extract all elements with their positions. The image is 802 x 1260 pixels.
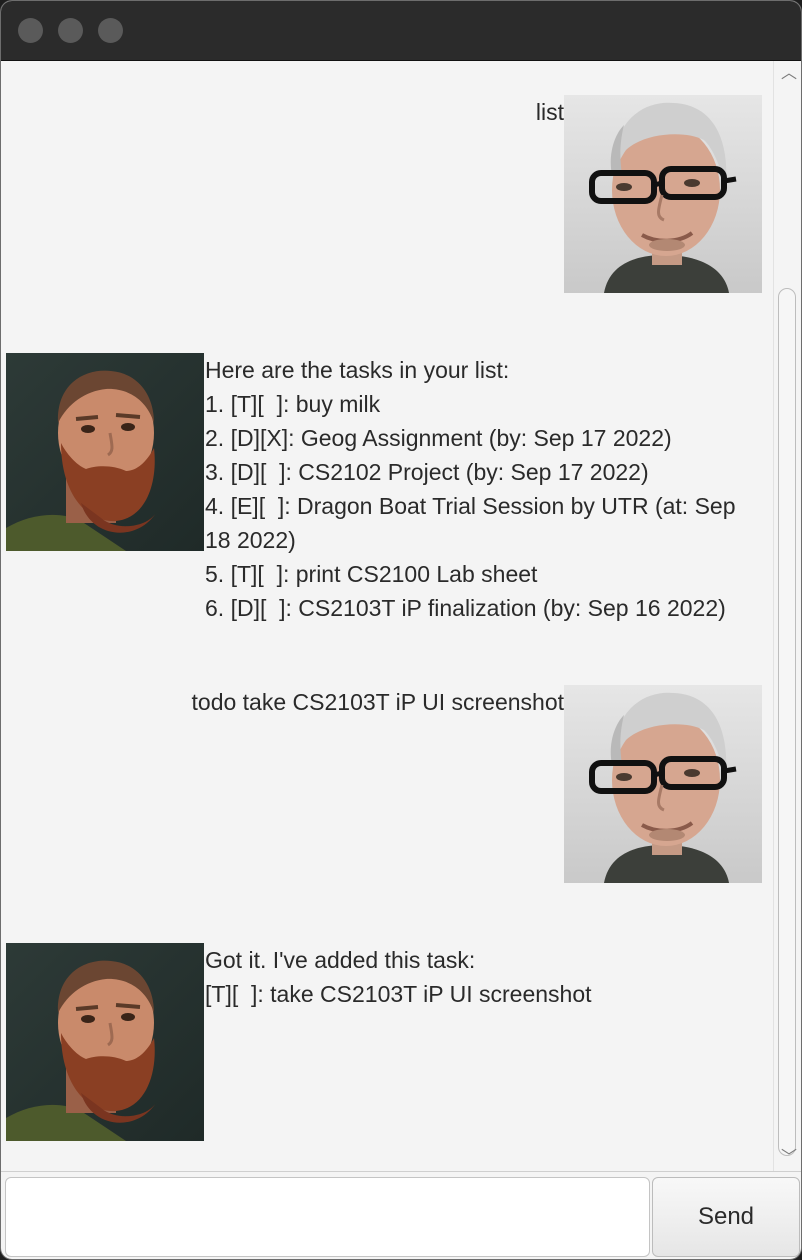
bot-avatar-icon [6, 353, 204, 551]
bot-message-line: 2. [D][X]: Geog Assignment (by: Sep 17 2… [205, 425, 672, 451]
chat-dialog-area[interactable]: list Here are the tasks in your list: 1.… [1, 61, 773, 1171]
bot-message-line: 4. [E][ ]: Dragon Boat Trial Session by … [205, 493, 736, 519]
app-window: list Here are the tasks in your list: 1.… [0, 0, 802, 1260]
user-message-text: list [535, 99, 564, 125]
scroll-down-arrow-icon[interactable]: ﹀ [774, 1147, 801, 1169]
scrollbar-thumb[interactable] [778, 288, 796, 1156]
close-window-button[interactable] [18, 18, 43, 43]
command-input[interactable] [5, 1177, 650, 1257]
scroll-up-arrow-icon[interactable]: ︿ [774, 63, 801, 85]
minimize-window-button[interactable] [58, 18, 83, 43]
bot-message-line: Got it. I've added this task: [205, 947, 476, 973]
zoom-window-button[interactable] [98, 18, 123, 43]
bot-message-line: 5. [T][ ]: print CS2100 Lab sheet [205, 561, 538, 587]
bot-message-line: 1. [T][ ]: buy milk [205, 391, 381, 417]
user-message-text: todo take CS2103T iP UI screenshot [191, 689, 564, 715]
title-bar [1, 1, 801, 61]
bot-message-line: [T][ ]: take CS2103T iP UI screenshot [205, 981, 592, 1007]
bot-message-line: Here are the tasks in your list: [205, 357, 510, 383]
bot-message-line: 6. [D][ ]: CS2103T iP finalization (by: … [205, 595, 726, 621]
vertical-scrollbar[interactable]: ︿ ﹀ [773, 61, 801, 1171]
user-avatar-icon [564, 685, 762, 883]
user-avatar-icon [564, 95, 762, 293]
bot-message-line: 18 2022) [205, 527, 296, 553]
bot-avatar-icon [6, 943, 204, 1141]
send-button[interactable]: Send [652, 1177, 800, 1257]
bot-message-line: 3. [D][ ]: CS2102 Project (by: Sep 17 20… [205, 459, 649, 485]
divider [1, 1171, 801, 1172]
